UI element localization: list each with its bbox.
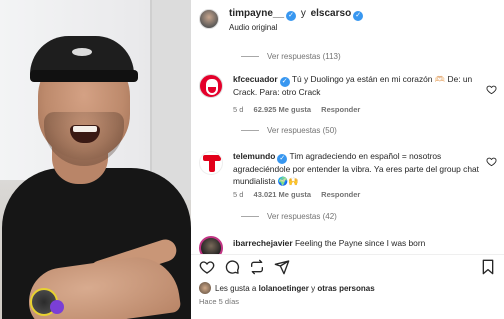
share-icon[interactable] <box>274 259 290 275</box>
person-teeth <box>73 126 97 132</box>
author-avatar[interactable] <box>199 9 219 29</box>
heart-icon[interactable] <box>486 156 497 167</box>
likes-prefix: Les gusta a <box>215 284 257 293</box>
replies-line <box>241 56 259 57</box>
commenter-username[interactable]: telemundo <box>233 151 275 161</box>
reply-button[interactable]: Responder <box>321 190 360 199</box>
comment-age: 5 d <box>233 190 244 199</box>
replies-line <box>241 216 259 217</box>
author-line: timpayne__ ✓ y elscarso ✓ <box>229 8 364 21</box>
liker-avatar <box>199 282 211 294</box>
comment-likes[interactable]: 43.021 Me gusta <box>254 190 312 199</box>
liker-username[interactable]: lolanoetinger <box>259 284 309 293</box>
view-replies-button[interactable]: Ver respuestas (50) <box>241 126 337 135</box>
view-replies-button[interactable]: Ver respuestas (113) <box>241 52 341 61</box>
comment-body: telemundo ✓ Tim agradeciendo en español =… <box>233 151 485 187</box>
reel-video[interactable] <box>0 0 191 319</box>
comment-body: kfcecuador ✓ Tú y Duolingo ya están en mi… <box>233 74 485 99</box>
heart-icon[interactable] <box>486 84 497 95</box>
verified-badge-icon: ✓ <box>353 11 364 21</box>
coauthor-username[interactable]: elscarso <box>311 8 352 19</box>
reply-button[interactable]: Responder <box>321 105 360 114</box>
comment-item: ibarrechejavier Feeling the Payne since … <box>191 236 504 254</box>
author-username[interactable]: timpayne__ <box>229 8 284 19</box>
commenter-username[interactable]: kfcecuador <box>233 74 278 84</box>
action-bar <box>191 254 504 276</box>
author-connector: y <box>300 8 306 19</box>
comment-meta: 5 d 43.021 Me gusta Responder <box>233 190 368 199</box>
verified-badge-icon: ✓ <box>277 154 288 164</box>
repost-icon[interactable] <box>249 259 265 275</box>
audio-label[interactable]: Audio original <box>229 23 277 32</box>
comment-body: ibarrechejavier Feeling the Payne since … <box>233 238 485 250</box>
comments-panel: timpayne__ ✓ y elscarso ✓ Audio original V… <box>191 0 504 319</box>
heart-icon[interactable] <box>199 259 215 275</box>
comment-likes[interactable]: 62.925 Me gusta <box>254 105 312 114</box>
cap-brim <box>30 70 138 82</box>
commenter-avatar[interactable] <box>199 151 223 175</box>
verified-badge-icon: ✓ <box>286 11 297 21</box>
view-replies-label: Ver respuestas (50) <box>267 126 337 135</box>
comment-age: 5 d <box>233 105 244 114</box>
comment-icon[interactable] <box>224 259 240 275</box>
background-door <box>150 0 191 200</box>
comment-text: Feeling the Payne since I was born <box>294 238 426 248</box>
commenter-username[interactable]: ibarrechejavier <box>233 238 293 248</box>
other-likers-link[interactable]: otras personas <box>317 284 374 293</box>
cap-logo <box>72 48 92 56</box>
view-replies-label: Ver respuestas (42) <box>267 212 337 221</box>
likes-connector: y <box>311 284 316 293</box>
sticker-badge-icon <box>50 300 64 314</box>
replies-line <box>241 130 259 131</box>
view-replies-label: Ver respuestas (113) <box>267 52 341 61</box>
comment-meta: 5 d 62.925 Me gusta Responder <box>233 105 368 114</box>
verified-badge-icon: ✓ <box>279 77 290 87</box>
telemundo-logo-detail <box>209 160 215 172</box>
commenter-avatar[interactable] <box>199 236 223 254</box>
likes-summary: Les gusta a lolanoetinger y otras person… <box>199 282 375 294</box>
post-header: timpayne__ ✓ y elscarso ✓ Audio original <box>191 0 504 38</box>
commenter-avatar[interactable] <box>199 74 223 98</box>
view-replies-button[interactable]: Ver respuestas (42) <box>241 212 337 221</box>
bookmark-icon[interactable] <box>480 259 496 275</box>
post-timestamp[interactable]: Hace 5 días <box>199 297 239 306</box>
